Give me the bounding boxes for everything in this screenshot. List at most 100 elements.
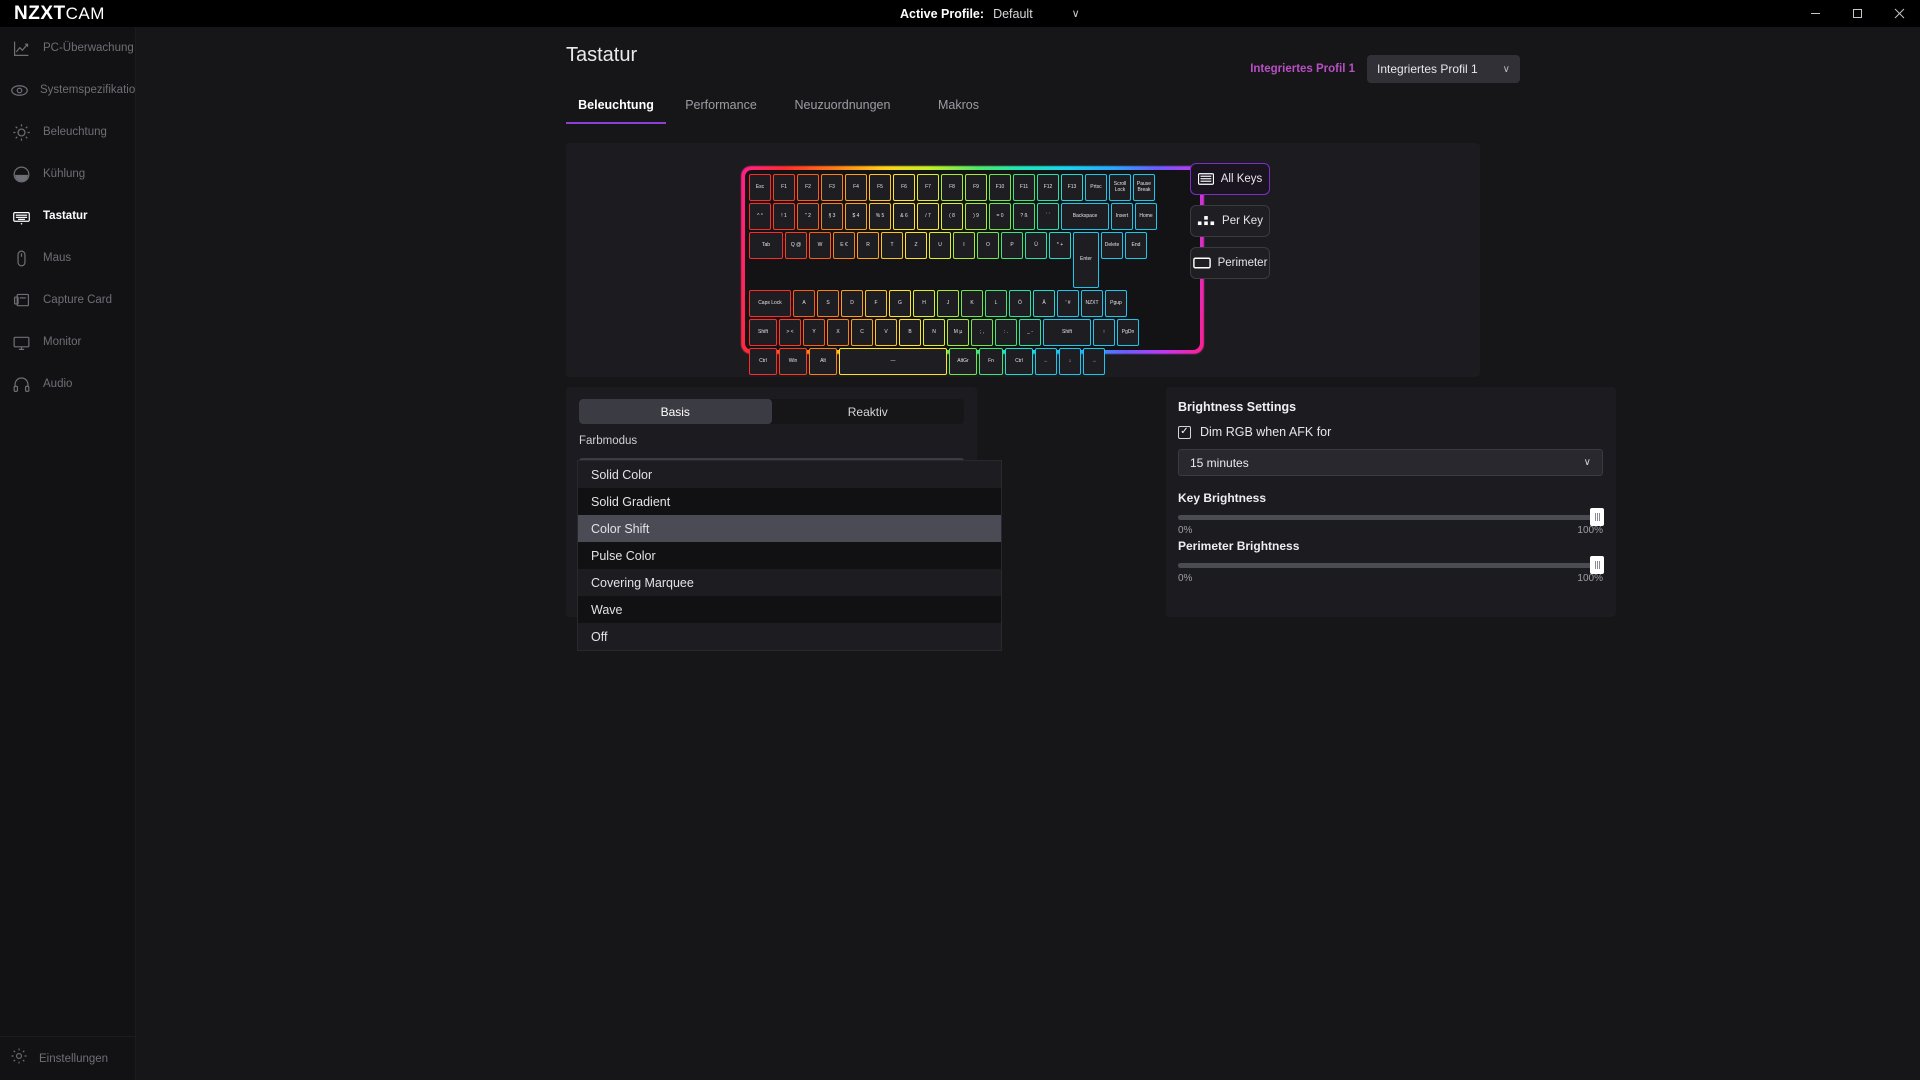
dropdown-option[interactable]: Pulse Color — [578, 542, 1001, 569]
keyboard-key[interactable]: K — [961, 290, 983, 317]
keyboard-key[interactable]: E € — [833, 232, 855, 259]
keyboard-key[interactable]: G — [889, 290, 911, 317]
keyboard-key[interactable]: Ü — [1025, 232, 1047, 259]
segment-basis[interactable]: Basis — [579, 399, 772, 424]
keyboard-key[interactable]: End — [1125, 232, 1147, 259]
tab-neuzuordnungen[interactable]: Neuzuordnungen — [776, 89, 909, 124]
keyboard-key[interactable]: → — [1083, 348, 1105, 375]
keyboard-key[interactable]: _ - — [1019, 319, 1041, 346]
keyboard-key[interactable]: Prtsc — [1085, 174, 1107, 201]
keyboard-key[interactable]: L — [985, 290, 1007, 317]
dropdown-option[interactable]: Color Shift — [578, 515, 1001, 542]
sidebar-item-capture-card[interactable]: Capture Card — [0, 279, 136, 321]
keyboard-key[interactable]: ← — [1035, 348, 1057, 375]
keyboard-key[interactable]: — — [839, 348, 947, 375]
keyboard-key[interactable]: Ö — [1009, 290, 1031, 317]
sidebar-item-settings[interactable]: Einstellungen — [0, 1036, 136, 1080]
keyboard-key[interactable]: ^ ° — [749, 203, 771, 230]
perimeter-brightness-slider[interactable] — [1178, 556, 1604, 574]
keyboard-key[interactable]: F6 — [893, 174, 915, 201]
keyboard-visualization[interactable]: Esc F1 F2 F3 F4 F5 F6 F7 F8 F9 F10 F11 F12 F13 Prtsc Sc… — [741, 166, 1204, 375]
keyboard-key[interactable]: H — [913, 290, 935, 317]
keyboard-key[interactable]: F11 — [1013, 174, 1035, 201]
keyboard-key[interactable]: I — [953, 232, 975, 259]
dim-rgb-checkbox[interactable]: ✓ — [1178, 425, 1191, 439]
keyboard-key[interactable]: M µ — [947, 319, 969, 346]
keyboard-key[interactable]: S — [817, 290, 839, 317]
sidebar-item-keyboard[interactable]: Tastatur — [0, 195, 136, 237]
keyboard-key[interactable]: Shift — [749, 319, 777, 346]
keyboard-key[interactable]: Delete — [1101, 232, 1123, 259]
keyboard-key[interactable]: F5 — [869, 174, 891, 201]
keyboard-key[interactable]: % 5 — [869, 203, 891, 230]
keyboard-key[interactable]: C — [851, 319, 873, 346]
keyboard-key[interactable]: NZXT — [1081, 290, 1103, 317]
keyboard-key[interactable]: / 7 — [917, 203, 939, 230]
keyboard-key[interactable]: T — [881, 232, 903, 259]
keyboard-key[interactable]: F8 — [941, 174, 963, 201]
per-key-button[interactable]: Per Key — [1190, 205, 1270, 237]
keyboard-key[interactable]: F9 — [965, 174, 987, 201]
keyboard-key[interactable]: X — [827, 319, 849, 346]
keyboard-key[interactable]: ↓ — [1059, 348, 1081, 375]
keyboard-key[interactable]: § 3 — [821, 203, 843, 230]
keyboard-key[interactable]: F4 — [845, 174, 867, 201]
key-brightness-slider[interactable] — [1178, 508, 1604, 526]
keyboard-key[interactable]: R — [857, 232, 879, 259]
keyboard-key[interactable]: Z — [905, 232, 927, 259]
afk-duration-select[interactable]: 15 minutes ∨ — [1178, 449, 1603, 476]
dropdown-option[interactable]: Solid Gradient — [578, 488, 1001, 515]
keyboard-key[interactable]: " 2 — [797, 203, 819, 230]
keyboard-key[interactable]: AltGr — [949, 348, 977, 375]
keyboard-key[interactable]: F7 — [917, 174, 939, 201]
keyboard-key[interactable]: F — [865, 290, 887, 317]
keyboard-key[interactable]: ! 1 — [773, 203, 795, 230]
keyboard-key[interactable]: Fn — [979, 348, 1003, 375]
tab-makros[interactable]: Makros — [909, 89, 1008, 124]
keyboard-key[interactable]: W — [809, 232, 831, 259]
keyboard-key[interactable]: F13 — [1061, 174, 1083, 201]
keyboard-key[interactable]: : . — [995, 319, 1017, 346]
sidebar-item-monitor[interactable]: Monitor — [0, 321, 136, 363]
keyboard-key[interactable]: ' # — [1057, 290, 1079, 317]
keyboard-key[interactable]: > < — [779, 319, 801, 346]
keyboard-key[interactable]: F3 — [821, 174, 843, 201]
keyboard-key[interactable]: U — [929, 232, 951, 259]
keyboard-key[interactable]: ( 8 — [941, 203, 963, 230]
maximize-button[interactable] — [1836, 0, 1878, 27]
keyboard-key[interactable]: Win — [779, 348, 807, 375]
keyboard-key[interactable]: $ 4 — [845, 203, 867, 230]
keyboard-key[interactable]: N — [923, 319, 945, 346]
dropdown-option[interactable]: Off — [578, 623, 1001, 650]
sidebar-item-lighting[interactable]: Beleuchtung — [0, 111, 136, 153]
keyboard-key[interactable]: Caps Lock — [749, 290, 791, 317]
keyboard-key[interactable]: Alt — [809, 348, 837, 375]
keyboard-key[interactable]: P — [1001, 232, 1023, 259]
dropdown-option[interactable]: Wave — [578, 596, 1001, 623]
keyboard-key[interactable]: Tab — [749, 232, 783, 259]
dropdown-option[interactable]: Solid Color — [578, 461, 1001, 488]
keyboard-key[interactable]: Esc — [749, 174, 771, 201]
keyboard-key[interactable]: * + — [1049, 232, 1071, 259]
keyboard-key[interactable]: F1 — [773, 174, 795, 201]
keyboard-key[interactable]: Enter — [1073, 232, 1099, 288]
keyboard-key[interactable]: Home — [1135, 203, 1157, 230]
keyboard-key[interactable]: ↑ — [1093, 319, 1115, 346]
keyboard-key[interactable]: F2 — [797, 174, 819, 201]
tab-performance[interactable]: Performance — [666, 89, 776, 124]
keyboard-key[interactable]: F12 — [1037, 174, 1059, 201]
active-profile-selector[interactable]: Active Profile: Default ∨ — [900, 0, 1080, 27]
keyboard-key[interactable]: ` ´ — [1037, 203, 1059, 230]
profile-select[interactable]: Integriertes Profil 1 ∨ — [1367, 55, 1520, 83]
keyboard-key[interactable]: ? ß — [1013, 203, 1035, 230]
close-button[interactable] — [1878, 0, 1920, 27]
keyboard-key[interactable]: Backspace — [1061, 203, 1109, 230]
keyboard-key[interactable]: Pause Break — [1133, 174, 1155, 201]
key-brightness-thumb[interactable] — [1590, 508, 1604, 526]
keyboard-key[interactable]: Y — [803, 319, 825, 346]
keyboard-key[interactable]: PgDn — [1117, 319, 1139, 346]
keyboard-key[interactable]: Ctrl — [749, 348, 777, 375]
farbmodus-dropdown-menu[interactable]: Solid Color Solid Gradient Color Shift Puls… — [577, 460, 1002, 651]
keyboard-key[interactable]: A — [793, 290, 815, 317]
keyboard-key[interactable]: ) 9 — [965, 203, 987, 230]
